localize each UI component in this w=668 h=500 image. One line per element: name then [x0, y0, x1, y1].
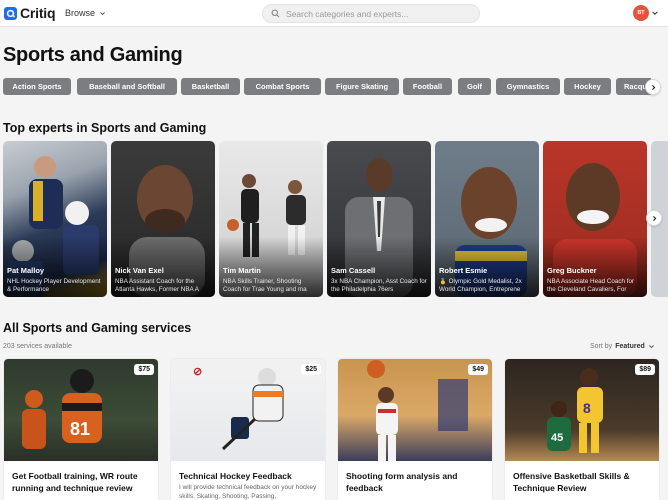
service-card[interactable]: 81 $75 Get Football training, WR route r… — [3, 358, 159, 500]
chips-next-button[interactable] — [645, 79, 661, 95]
expert-name: Sam Cassell — [331, 266, 376, 275]
svg-text:81: 81 — [70, 419, 90, 439]
service-title: Offensive Basketball Skills & Technique … — [513, 471, 630, 493]
expert-description: NHL Hockey Player Development & Performa… — [7, 278, 101, 293]
service-price: $49 — [468, 364, 488, 375]
chip-gymnastics[interactable]: Gymnastics — [496, 78, 560, 95]
page-title: Sports and Gaming — [3, 44, 183, 66]
expert-name: Robert Esmie — [439, 266, 488, 275]
logo[interactable]: Critiq — [4, 5, 56, 21]
chip-combat-sports[interactable]: Combat Sports — [244, 78, 321, 95]
chip-football[interactable]: Football — [403, 78, 452, 95]
chip-baseball-softball[interactable]: Baseball and Softball — [77, 78, 177, 95]
chevron-right-icon — [652, 215, 656, 221]
service-title: Shooting form analysis and feedback — [346, 471, 458, 493]
search-bar[interactable] — [262, 4, 480, 23]
services-grid: 81 $75 Get Football training, WR route r… — [3, 358, 668, 500]
service-price: $25 — [301, 364, 321, 375]
expert-description: 3x NBA Champion, Asst Coach for the Phil… — [331, 278, 427, 293]
category-chips: Action Sports Baseball and Softball Bask… — [3, 78, 651, 96]
logo-text: Critiq — [20, 5, 56, 21]
top-header: Critiq Browse BT — [0, 0, 668, 27]
expert-card[interactable]: Robert Esmie 🥇 Olympic Gold Medalist, 2x… — [435, 141, 539, 297]
expert-name: Tim Martin — [223, 266, 261, 275]
service-card[interactable]: $49 Shooting form analysis and feedback — [337, 358, 493, 500]
browse-label: Browse — [65, 8, 96, 18]
critiq-logo-icon — [4, 6, 17, 20]
experts-next-button[interactable] — [646, 210, 662, 226]
expert-name: Nick Van Exel — [115, 266, 164, 275]
service-card[interactable]: 8 45 $89 Offensive Basketball Skills & Te… — [504, 358, 660, 500]
svg-text:⊘: ⊘ — [193, 366, 202, 378]
expert-card[interactable]: Tim Martin NBA Skills Trainer, Shooting … — [219, 141, 323, 297]
expert-name: Pat Malloy — [7, 266, 45, 275]
expert-card[interactable]: Nick Van Exel NBA Assistant Coach for th… — [111, 141, 215, 297]
chip-figure-skating[interactable]: Figure Skating — [325, 78, 399, 95]
chip-action-sports[interactable]: Action Sports — [3, 78, 71, 95]
experts-section-title: Top experts in Sports and Gaming — [3, 121, 207, 135]
chevron-right-icon — [651, 84, 655, 90]
user-avatar[interactable]: BT — [633, 5, 649, 21]
chip-hockey[interactable]: Hockey — [564, 78, 611, 95]
browse-menu[interactable]: Browse — [65, 8, 106, 18]
service-price: $89 — [635, 364, 655, 375]
expert-card[interactable]: Pat Malloy NHL Hockey Player Development… — [3, 141, 107, 297]
sort-label: Sort by — [590, 343, 613, 350]
service-title: Get Football training, WR route running … — [12, 471, 138, 493]
expert-description: NBA Skills Trainer, Shooting Coach for T… — [223, 278, 307, 293]
expert-name: Greg Buckner — [547, 266, 597, 275]
expert-card[interactable]: Sam Cassell 3x NBA Champion, Asst Coach … — [327, 141, 431, 297]
chevron-down-icon — [648, 345, 654, 349]
svg-text:8: 8 — [583, 400, 591, 416]
service-description: I will provide technical feedback on you… — [179, 484, 317, 500]
expert-description: 🥇 Olympic Gold Medalist, 2x World Champi… — [439, 278, 522, 293]
search-input[interactable] — [286, 8, 466, 19]
service-card[interactable]: ⊘ $25 Technical Hockey Feedback I will p… — [170, 358, 326, 500]
service-price: $75 — [134, 364, 154, 375]
chip-basketball[interactable]: Basketball — [181, 78, 240, 95]
chevron-down-icon[interactable] — [651, 9, 659, 17]
experts-carousel: Pat Malloy NHL Hockey Player Development… — [3, 141, 668, 297]
services-section-title: All Sports and Gaming services — [3, 321, 192, 335]
services-count: 203 services available — [3, 343, 72, 350]
search-icon — [271, 9, 280, 18]
service-title: Technical Hockey Feedback — [179, 471, 292, 481]
sort-value: Featured — [615, 343, 645, 350]
chip-golf[interactable]: Golf — [458, 78, 491, 95]
expert-description: NBA Assistant Coach for the Atlanta Hawk… — [115, 278, 199, 293]
svg-text:45: 45 — [551, 432, 563, 444]
sort-dropdown[interactable]: Sort by Featured — [590, 343, 655, 350]
expert-description: NBA Associate Head Coach for the Clevela… — [547, 278, 635, 293]
expert-card[interactable]: Greg Buckner NBA Associate Head Coach fo… — [543, 141, 647, 297]
chevron-down-icon — [100, 11, 105, 15]
